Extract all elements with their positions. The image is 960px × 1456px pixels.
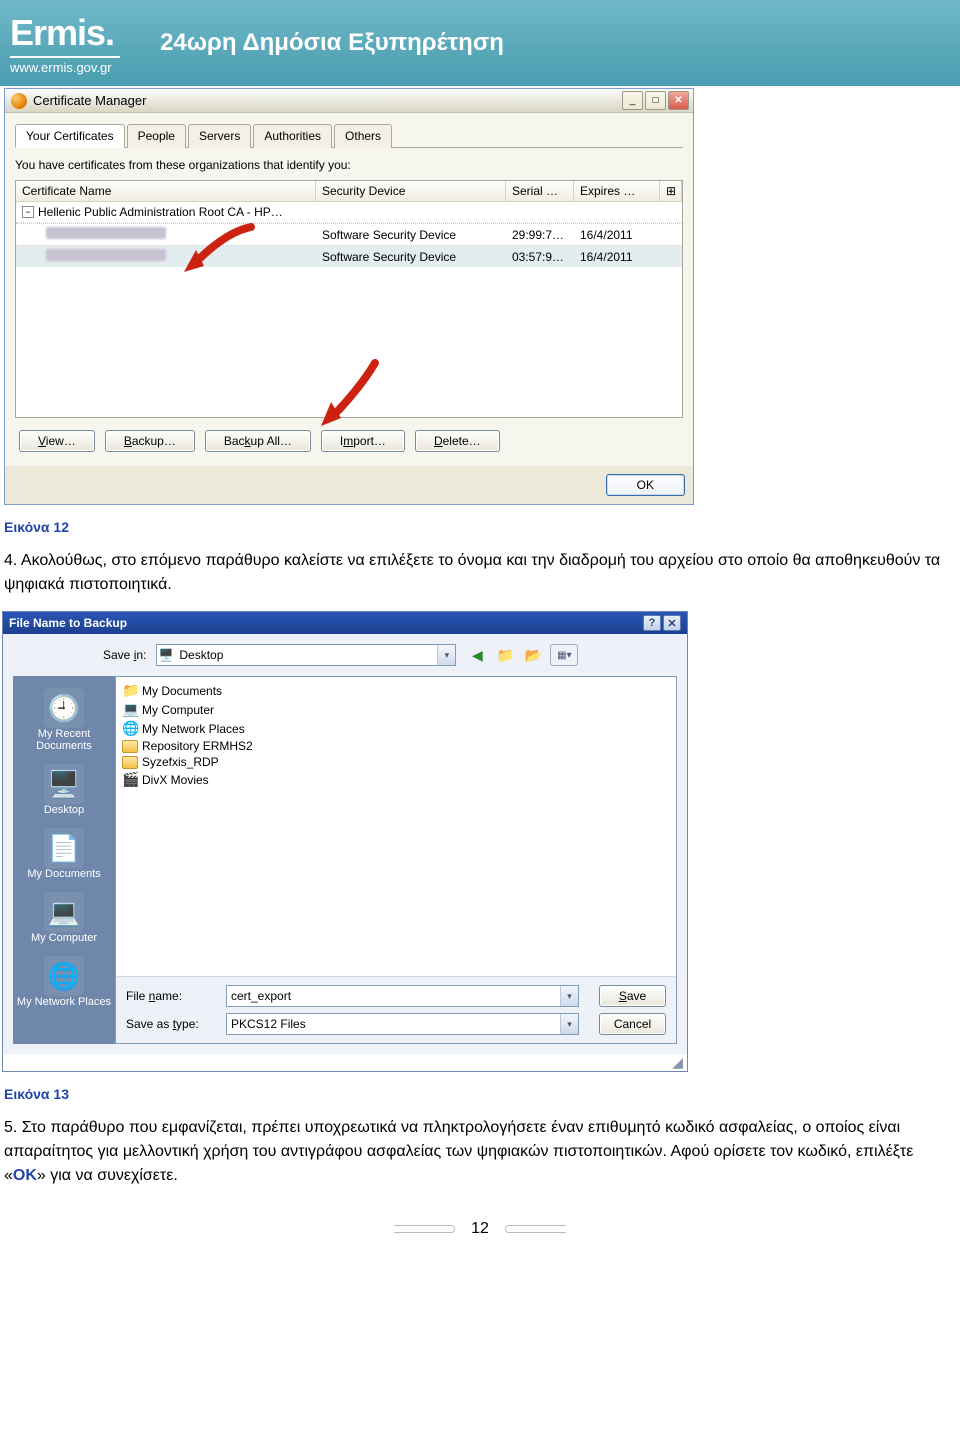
col-security-device[interactable]: Security Device bbox=[316, 181, 506, 201]
caption: You have certificates from these organiz… bbox=[15, 158, 683, 172]
header-tagline: 24ωρη Δημόσια Εξυπηρέτηση bbox=[160, 29, 504, 57]
cert-expires: 16/4/2011 bbox=[574, 225, 682, 245]
cert-serial: 03:57:9… bbox=[506, 247, 574, 267]
list-item[interactable]: Syzefxis_RDP bbox=[120, 754, 672, 770]
type-label: Save as type: bbox=[126, 1017, 216, 1031]
filename-input[interactable]: cert_export ▾ bbox=[226, 985, 579, 1007]
savein-combo[interactable]: 🖥️ Desktop ▾ bbox=[156, 644, 456, 666]
folder-icon: 📁 bbox=[122, 682, 138, 699]
filename-label: File name: bbox=[126, 989, 216, 1003]
cancel-button[interactable]: Cancel bbox=[599, 1013, 666, 1035]
cert-row[interactable]: Software Security Device 29:99:7… 16/4/2… bbox=[16, 223, 682, 246]
folder-icon bbox=[122, 740, 138, 753]
list-header: Certificate Name Security Device Serial … bbox=[16, 181, 682, 202]
savein-label: Save in: bbox=[103, 648, 146, 662]
red-arrow-icon bbox=[176, 222, 256, 282]
desktop-icon: 🖥️ bbox=[44, 764, 84, 804]
dropdown-icon[interactable]: ▾ bbox=[437, 645, 455, 665]
place-documents[interactable]: 📄My Documents bbox=[13, 822, 115, 886]
tab-people[interactable]: People bbox=[127, 124, 186, 148]
col-picker[interactable]: ⊞ bbox=[660, 181, 682, 201]
cert-name-redacted bbox=[46, 249, 166, 261]
minimize-button[interactable]: _ bbox=[622, 91, 643, 110]
desktop-icon: 🖥️ bbox=[157, 648, 175, 662]
logo-main: Ermis. bbox=[10, 12, 120, 58]
cert-row[interactable]: Software Security Device 03:57:9… 16/4/2… bbox=[16, 246, 682, 267]
list-item[interactable]: 🎬DivX Movies bbox=[120, 770, 672, 789]
cert-root-row[interactable]: − Hellenic Public Administration Root CA… bbox=[16, 202, 682, 223]
figure-label-13: Εικόνα 13 bbox=[4, 1086, 956, 1102]
computer-icon: 💻 bbox=[44, 892, 84, 932]
network-icon: 🌐 bbox=[44, 956, 84, 996]
close-button[interactable]: ✕ bbox=[663, 615, 681, 631]
savein-value: Desktop bbox=[175, 648, 437, 662]
cert-device: Software Security Device bbox=[316, 247, 506, 267]
cert-root-name: Hellenic Public Administration Root CA -… bbox=[38, 205, 283, 219]
step-5-text: 5. Στο παράθυρο που εμφανίζεται, πρέπει … bbox=[4, 1116, 956, 1188]
computer-icon: 💻 bbox=[122, 701, 138, 718]
resize-grip-icon[interactable]: ◢ bbox=[3, 1054, 687, 1071]
view-menu-icon[interactable]: ▦▾ bbox=[550, 644, 578, 666]
place-network[interactable]: 🌐My Network Places bbox=[13, 950, 115, 1014]
folder-icon bbox=[122, 756, 138, 769]
col-expires[interactable]: Expires … bbox=[574, 181, 660, 201]
tab-others[interactable]: Others bbox=[334, 124, 392, 148]
tab-authorities[interactable]: Authorities bbox=[253, 124, 332, 148]
firefox-icon bbox=[11, 93, 27, 109]
delete-button[interactable]: Delete… bbox=[415, 430, 500, 452]
cert-name-redacted bbox=[46, 227, 166, 239]
col-serial[interactable]: Serial … bbox=[506, 181, 574, 201]
cert-expires: 16/4/2011 bbox=[574, 247, 682, 267]
place-desktop[interactable]: 🖥️Desktop bbox=[13, 758, 115, 822]
savein-row: Save in: 🖥️ Desktop ▾ ◀ 📁 📂 ▦▾ bbox=[3, 634, 687, 666]
tab-your-certificates[interactable]: Your Certificates bbox=[15, 124, 125, 148]
dropdown-icon[interactable]: ▾ bbox=[560, 986, 578, 1006]
ok-button[interactable]: OK bbox=[606, 474, 685, 496]
window-titlebar: Certificate Manager _ □ ✕ bbox=[5, 89, 693, 113]
logo: Ermis. www.ermis.gov.gr bbox=[10, 12, 120, 75]
page-header: Ermis. www.ermis.gov.gr 24ωρη Δημόσια Εξ… bbox=[0, 0, 960, 86]
documents-icon: 📄 bbox=[44, 828, 84, 868]
help-button[interactable]: ? bbox=[643, 615, 661, 631]
backup-button[interactable]: Backup… bbox=[105, 430, 195, 452]
list-item[interactable]: 📁My Documents bbox=[120, 681, 672, 700]
backup-save-dialog: File Name to Backup ? ✕ Save in: 🖥️ Desk… bbox=[2, 611, 688, 1072]
list-item[interactable]: 🌐My Network Places bbox=[120, 719, 672, 738]
recent-icon: 🕘 bbox=[44, 688, 84, 728]
network-icon: 🌐 bbox=[122, 720, 138, 737]
type-combo[interactable]: PKCS12 Files ▾ bbox=[226, 1013, 579, 1035]
back-icon[interactable]: ◀ bbox=[466, 644, 488, 666]
red-arrow-icon bbox=[315, 358, 385, 438]
up-icon[interactable]: 📁 bbox=[494, 644, 516, 666]
dialog-title: File Name to Backup bbox=[9, 616, 127, 630]
file-list[interactable]: 📁My Documents 💻My Computer 🌐My Network P… bbox=[115, 676, 677, 976]
cert-serial: 29:99:7… bbox=[506, 225, 574, 245]
dropdown-icon[interactable]: ▾ bbox=[560, 1014, 578, 1034]
cert-device: Software Security Device bbox=[316, 225, 506, 245]
window-title: Certificate Manager bbox=[33, 93, 146, 108]
save-button[interactable]: Save bbox=[599, 985, 666, 1007]
tree-collapse-icon[interactable]: − bbox=[22, 206, 34, 218]
dialog-titlebar: File Name to Backup ? ✕ bbox=[3, 612, 687, 634]
place-computer[interactable]: 💻My Computer bbox=[13, 886, 115, 950]
close-button[interactable]: ✕ bbox=[668, 91, 689, 110]
tab-servers[interactable]: Servers bbox=[188, 124, 251, 148]
view-button[interactable]: View… bbox=[19, 430, 95, 452]
step-4-text: 4. Ακολούθως, στο επόμενο παράθυρο καλεί… bbox=[4, 549, 956, 597]
list-item[interactable]: 💻My Computer bbox=[120, 700, 672, 719]
figure-label-12: Εικόνα 12 bbox=[4, 519, 956, 535]
maximize-button[interactable]: □ bbox=[645, 91, 666, 110]
page-number: 12 bbox=[455, 1218, 505, 1240]
page-number-wrap: 12 bbox=[0, 1218, 960, 1240]
col-certificate-name[interactable]: Certificate Name bbox=[16, 181, 316, 201]
list-item[interactable]: Repository ERMHS2 bbox=[120, 738, 672, 754]
place-recent[interactable]: 🕘My Recent Documents bbox=[13, 682, 115, 758]
new-folder-icon[interactable]: 📂 bbox=[522, 644, 544, 666]
backup-all-button[interactable]: Backup All… bbox=[205, 430, 311, 452]
places-bar: 🕘My Recent Documents 🖥️Desktop 📄My Docum… bbox=[13, 676, 115, 1044]
logo-url: www.ermis.gov.gr bbox=[10, 60, 120, 75]
tabs: Your Certificates People Servers Authori… bbox=[15, 123, 683, 148]
certificate-manager-window: Certificate Manager _ □ ✕ Your Certifica… bbox=[4, 88, 694, 505]
app-icon: 🎬 bbox=[122, 771, 138, 788]
